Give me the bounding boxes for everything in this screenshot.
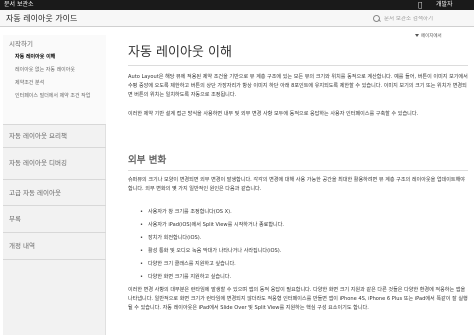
list-item: 사용자가 창 크기를 조정합니다(OS X). — [140, 206, 460, 219]
sidebar-section-title[interactable]: 시작하기 — [9, 40, 33, 48]
sidebar-section-title: 고급 자동 레이아웃 — [9, 189, 61, 197]
list-item: 활성 통화 및 오디오 녹음 막대가 나타나거나 사라집니다(iOS). — [140, 245, 460, 258]
sidebar-item-understanding-auto-layout[interactable]: 자동 레이아웃 이해 — [15, 54, 103, 60]
search-box[interactable] — [373, 14, 468, 24]
sidebar-section-advanced[interactable]: 고급 자동 레이아웃 — [3, 180, 106, 206]
search-icon — [373, 15, 381, 23]
list-item: 다양한 크기 클래스를 지원하고 싶습니다. — [140, 258, 460, 271]
sidebar-section-debugging[interactable]: 자동 레이아웃 디버깅 — [3, 148, 106, 180]
on-this-page-menu[interactable]: 페이지에서 — [415, 34, 442, 40]
intro-paragraph-1: Auto Layout은 해당 뷰에 적용된 제약 조건을 기반으로 뷰 계층 … — [128, 74, 468, 99]
title-divider — [128, 65, 468, 66]
archive-link[interactable]: 문서 보관소 — [4, 1, 34, 9]
sidebar-section-title: 개정 내역 — [9, 242, 35, 250]
developer-link[interactable]: 개발자 — [436, 1, 453, 9]
sidebar-section-title: 자동 레이아웃 요리책 — [9, 132, 67, 140]
doc-header: 자동 레이아웃 가이드 — [0, 10, 474, 27]
closing-paragraph: 이러한 변경 사항의 대부분은 런타임에 발생할 수 있으며 앱의 동적 응답이… — [128, 287, 468, 312]
doc-title[interactable]: 자동 레이아웃 가이드 — [6, 14, 77, 24]
external-changes-intro: 슈퍼뷰의 크기나 모양이 변경되면 외부 변경이 발생합니다. 각각의 변경에 … — [128, 177, 465, 193]
sidebar-section-getting-started: 시작하기 자동 레이아웃 이해 레이아웃 없는 자동 레이아웃 제약조건 분석 … — [3, 35, 106, 125]
external-changes-list: 사용자가 창 크기를 조정합니다(OS X). 사용자가 iPad(iOS)에서… — [140, 206, 460, 284]
sidebar-section-revision-history[interactable]: 개정 내역 — [3, 233, 106, 260]
sidebar-item-working-with-constraints-ib[interactable]: 인터페이스 빌더에서 제약 조건 작업 — [15, 93, 103, 99]
sidebar-section-title: 자동 레이아웃 디버깅 — [9, 159, 67, 167]
list-item: 장치가 회전합니다(iOS). — [140, 232, 460, 245]
page-title: 자동 레이아웃 이해 — [128, 45, 232, 60]
section-divider — [128, 170, 468, 171]
sidebar-item-auto-layout-without-constraints[interactable]: 레이아웃 없는 자동 레이아웃 — [15, 67, 103, 73]
sidebar-section-title: 부록 — [9, 215, 21, 223]
sidebar-section-cookbook[interactable]: 자동 레이아웃 요리책 — [3, 125, 106, 148]
sidebar-toc: 시작하기 자동 레이아웃 이해 레이아웃 없는 자동 레이아웃 제약조건 분석 … — [3, 35, 106, 335]
sidebar-item-anatomy-of-constraint[interactable]: 제약조건 분석 — [15, 80, 103, 86]
list-item: 사용자가 iPad(iOS)에서 Split View를 시작하거나 종료합니다… — [140, 219, 460, 232]
on-this-page-label: 페이지에서 — [421, 34, 442, 39]
chevron-down-icon — [415, 34, 419, 37]
list-item: 다양한 화면 크기를 지원하고 싶습니다. — [140, 271, 460, 284]
sidebar-section-appendix[interactable]: 부록 — [3, 206, 106, 233]
apple-logo-icon[interactable]:  — [418, 1, 422, 9]
search-input[interactable] — [384, 16, 464, 22]
global-nav-bar: 문서 보관소  개발자 — [0, 0, 474, 10]
section-heading-external-changes: 외부 변화 — [128, 155, 167, 166]
intro-paragraph-2: 이러한 제약 기반 설계 접근 방식을 사용하면 내부 및 외부 변경 사항 모… — [128, 111, 419, 117]
